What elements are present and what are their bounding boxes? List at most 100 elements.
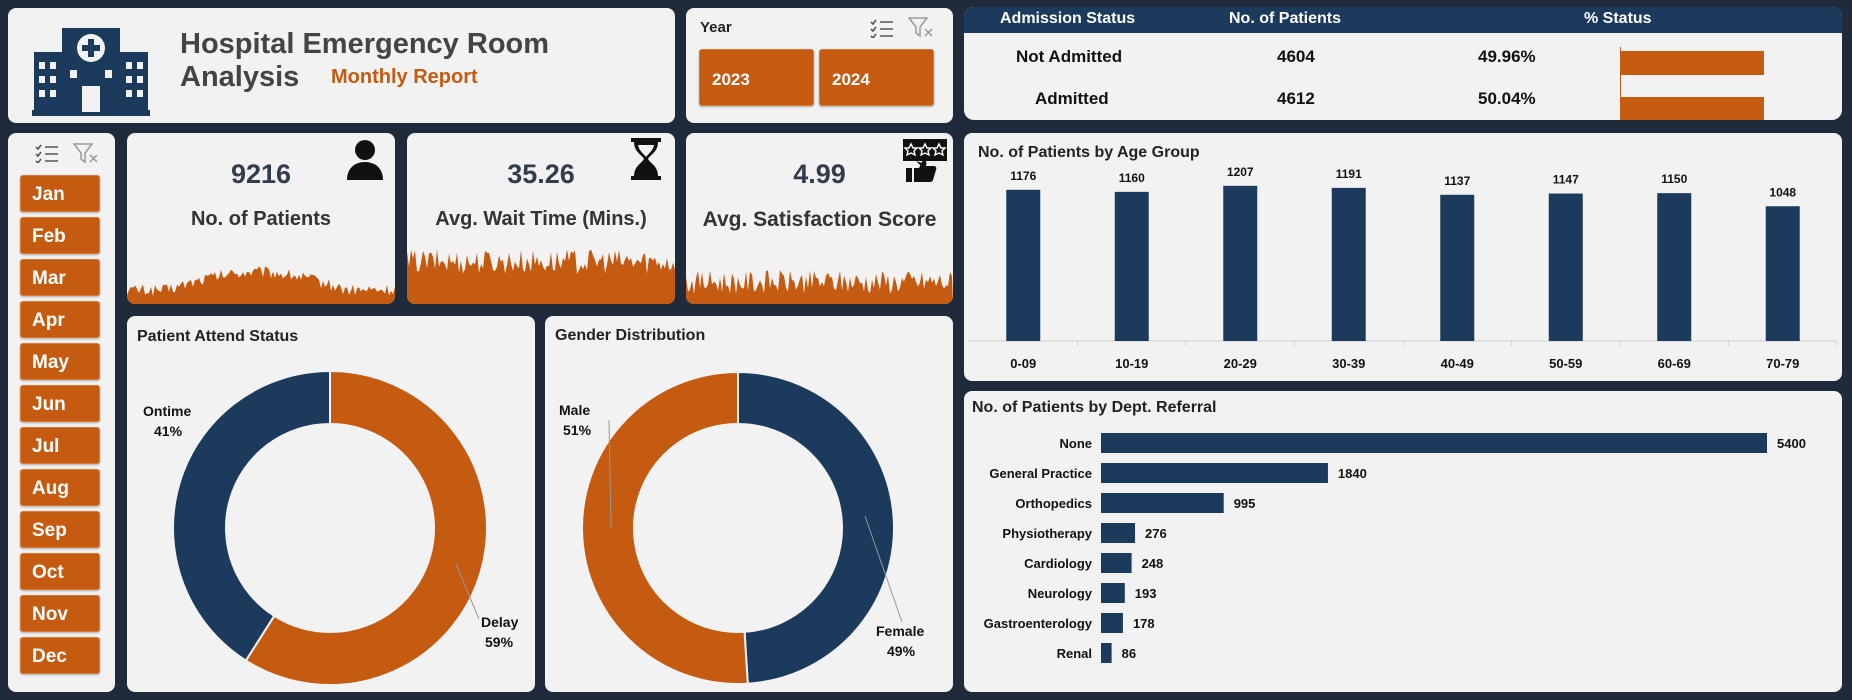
data-label: 178 bbox=[1133, 616, 1155, 631]
y-tick-label: Cardiology bbox=[1024, 556, 1093, 571]
clear-filter-icon[interactable] bbox=[72, 143, 99, 170]
data-label: 86 bbox=[1122, 646, 1136, 661]
bar-50-59 bbox=[1548, 193, 1583, 341]
clear-filter-icon[interactable] bbox=[907, 17, 934, 44]
x-tick-label: 40-49 bbox=[1441, 356, 1474, 371]
x-tick-label: 30-39 bbox=[1332, 356, 1365, 371]
bar-none bbox=[1101, 433, 1767, 453]
admission-status-cell: Not Admitted bbox=[1016, 47, 1123, 66]
multi-select-icon[interactable] bbox=[870, 18, 894, 43]
percent-bar bbox=[1621, 51, 1764, 75]
bar-gastroenterology bbox=[1101, 613, 1123, 633]
bar-neurology bbox=[1101, 583, 1125, 603]
dept-referral-bar-chart: None 5400 General Practice 1840 Orthopedics 9… bbox=[984, 433, 1806, 663]
kpi-value: 9216 bbox=[230, 159, 292, 189]
bar-70-79 bbox=[1765, 206, 1800, 341]
bar-general-practice bbox=[1101, 463, 1328, 483]
slice-pct: 49% bbox=[887, 643, 916, 659]
y-tick-label: None bbox=[1060, 436, 1093, 451]
data-label: 5400 bbox=[1777, 436, 1806, 451]
slice-label: Delay bbox=[481, 614, 519, 630]
y-tick-label: Renal bbox=[1057, 646, 1092, 661]
sparkline-area bbox=[127, 266, 395, 304]
table-header: Admission Status No. of Patients % Statu… bbox=[964, 7, 1842, 33]
y-tick-label: Physiotherapy bbox=[1002, 526, 1092, 541]
bar-60-69 bbox=[1657, 193, 1692, 341]
data-label: 193 bbox=[1135, 586, 1157, 601]
bar-orthopedics bbox=[1101, 493, 1224, 513]
x-tick-label: 50-59 bbox=[1549, 356, 1582, 371]
month-button-jun[interactable]: Jun bbox=[20, 385, 100, 422]
donut-slice-male bbox=[580, 370, 749, 685]
slice-label: Male bbox=[559, 402, 590, 418]
y-tick-label: Orthopedics bbox=[1015, 496, 1092, 511]
multi-select-icon[interactable] bbox=[35, 143, 59, 168]
month-button-nov[interactable]: Nov bbox=[20, 595, 100, 632]
kpi-card-satisfaction: 4.99 Avg. Satisfaction Score bbox=[686, 133, 953, 304]
admission-status-cell: Admitted bbox=[1035, 89, 1109, 108]
month-button-sep[interactable]: Sep bbox=[20, 511, 100, 548]
bar-renal bbox=[1101, 643, 1112, 663]
donut-slice-female bbox=[737, 370, 895, 685]
month-button-dec[interactable]: Dec bbox=[20, 637, 100, 674]
attend-status-donut: Ontime 41% Delay 59% bbox=[143, 369, 519, 686]
data-label: 1840 bbox=[1338, 466, 1367, 481]
data-label: 1207 bbox=[1227, 165, 1254, 179]
month-button-jan[interactable]: Jan bbox=[20, 175, 100, 212]
slice-label: Ontime bbox=[143, 403, 191, 419]
patients-cell: 4604 bbox=[1277, 47, 1315, 66]
sparkline-area bbox=[407, 249, 675, 304]
slice-pct: 41% bbox=[154, 423, 183, 439]
hospital-icon bbox=[26, 16, 156, 118]
month-button-may[interactable]: May bbox=[20, 343, 100, 380]
year-button-2024[interactable]: 2024 bbox=[819, 49, 934, 106]
x-tick-label: 0-09 bbox=[1010, 356, 1036, 371]
attend-status-card: Patient Attend Status Ontime 41% Delay 5… bbox=[127, 316, 535, 692]
slice-pct: 51% bbox=[563, 422, 592, 438]
y-tick-label: General Practice bbox=[989, 466, 1092, 481]
kpi-value: 35.26 bbox=[507, 159, 575, 189]
month-button-mar[interactable]: Mar bbox=[20, 259, 100, 296]
kpi-sparkline bbox=[686, 270, 953, 304]
column-header: No. of Patients bbox=[1229, 10, 1342, 27]
x-tick-label: 10-19 bbox=[1115, 356, 1148, 371]
data-label: 248 bbox=[1142, 556, 1164, 571]
slice-label: Female bbox=[876, 623, 924, 639]
x-tick-label: 70-79 bbox=[1766, 356, 1799, 371]
bar-40-49 bbox=[1440, 194, 1475, 341]
page-subtitle: Monthly Report bbox=[331, 66, 478, 88]
bar-20-29 bbox=[1223, 185, 1258, 341]
bar-axis-line bbox=[1620, 47, 1621, 120]
month-button-apr[interactable]: Apr bbox=[20, 301, 100, 338]
data-label: 1160 bbox=[1119, 171, 1145, 185]
month-button-aug[interactable]: Aug bbox=[20, 469, 100, 506]
data-label: 995 bbox=[1234, 496, 1256, 511]
data-label: 1191 bbox=[1336, 167, 1362, 181]
percent-cell: 49.96% bbox=[1478, 47, 1536, 66]
year-button-2023[interactable]: 2023 bbox=[699, 49, 814, 106]
month-button-feb[interactable]: Feb bbox=[20, 217, 100, 254]
data-label: 1150 bbox=[1661, 172, 1687, 186]
data-label: 1176 bbox=[1010, 169, 1036, 183]
kpi-label: No. of Patients bbox=[190, 208, 331, 230]
month-button-oct[interactable]: Oct bbox=[20, 553, 100, 590]
data-label: 1147 bbox=[1553, 173, 1579, 187]
gender-donut: Male 51% Female 49% bbox=[559, 370, 924, 685]
bar-0-09 bbox=[1006, 189, 1041, 341]
age-group-chart-card: No. of Patients by Age Group 1176 0-09 116… bbox=[964, 133, 1842, 381]
month-button-jul[interactable]: Jul bbox=[20, 427, 100, 464]
sparkline-area bbox=[686, 270, 953, 304]
x-tick-label: 20-29 bbox=[1224, 356, 1257, 371]
title-card: Hospital Emergency Room Analysis Monthly… bbox=[8, 8, 675, 123]
slice-pct: 59% bbox=[485, 634, 514, 650]
kpi-sparkline bbox=[407, 249, 675, 304]
admission-status-table: Admission Status No. of Patients % Statu… bbox=[964, 7, 1842, 120]
age-group-bar-chart: 1176 0-09 1160 10-19 1207 20-29 1191 30-39 1137 4… bbox=[969, 165, 1838, 371]
table-row: Admitted 4612 50.04% bbox=[964, 85, 1842, 120]
kpi-card-patients: 9216 No. of Patients bbox=[127, 133, 395, 304]
column-header: Admission Status bbox=[1000, 10, 1136, 27]
year-slicer: Year 2023 2024 bbox=[686, 8, 953, 123]
data-label: 276 bbox=[1145, 526, 1167, 541]
bar-10-19 bbox=[1114, 191, 1149, 341]
dept-referral-chart-card: No. of Patients by Dept. Referral None 54… bbox=[964, 391, 1842, 692]
